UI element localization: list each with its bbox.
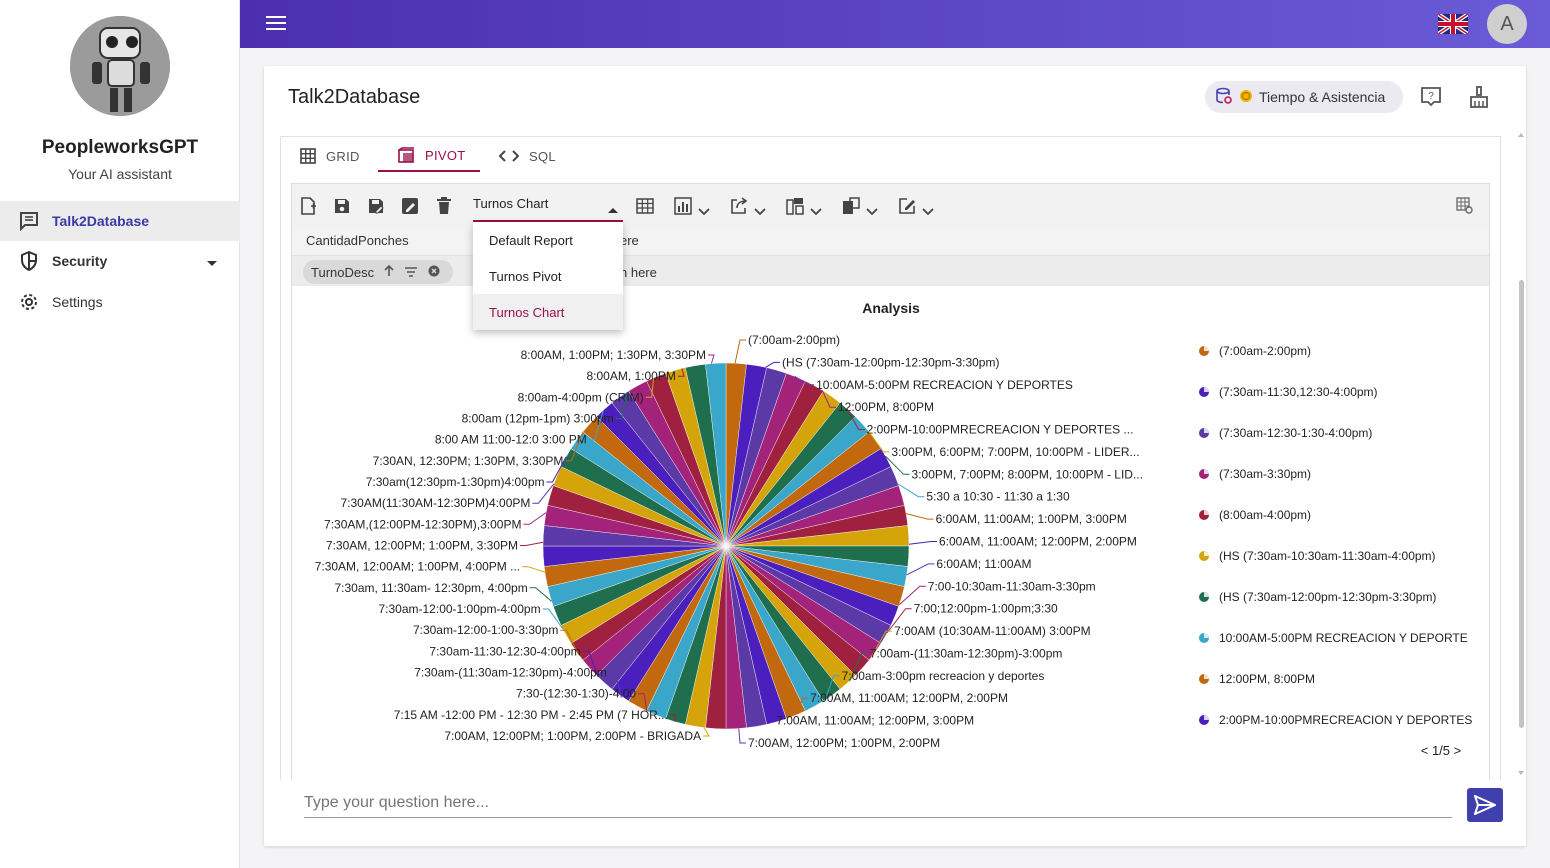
- chevron-down-icon[interactable]: [866, 203, 878, 221]
- sidebar-item-label: Talk2Database: [52, 213, 150, 229]
- database-icon: [1215, 87, 1233, 108]
- pivot-icon: [398, 147, 415, 163]
- database-name: Tiempo & Asistencia: [1259, 89, 1386, 105]
- menu-icon[interactable]: [266, 14, 288, 32]
- chat-icon: [18, 210, 40, 232]
- row-field-chip[interactable]: TurnoDesc: [303, 260, 453, 284]
- sidebar-item-label: Security: [52, 253, 108, 269]
- gear-icon: [18, 291, 40, 313]
- table-view-icon[interactable]: [635, 196, 655, 216]
- new-report-icon[interactable]: [298, 196, 318, 216]
- brand-title: PeopleworksGPT: [41, 137, 199, 158]
- values-drop-area[interactable]: [291, 226, 1490, 256]
- report-select[interactable]: Turnos Chart: [473, 192, 623, 222]
- filter-icon[interactable]: [404, 265, 418, 280]
- format-icon[interactable]: [841, 196, 861, 216]
- rows-drop-area[interactable]: [291, 256, 1490, 286]
- sort-up-icon[interactable]: [384, 264, 394, 280]
- sidebar: PeopleworksGPT Your AI assistant Talk2Da…: [0, 0, 240, 868]
- chart-area: [291, 286, 1490, 780]
- report-option[interactable]: Default Report: [473, 222, 623, 258]
- send-icon: [1474, 795, 1496, 815]
- sidebar-item-security[interactable]: Security: [0, 241, 240, 281]
- broom-icon[interactable]: [1467, 85, 1491, 114]
- user-avatar[interactable]: A: [1487, 4, 1527, 44]
- robot-logo: [70, 16, 170, 116]
- tab-grid[interactable]: GRID: [300, 140, 360, 172]
- tab-label: SQL: [529, 148, 556, 164]
- brand-subtitle: Your AI assistant: [68, 166, 172, 182]
- report-select-value: Turnos Chart: [473, 196, 549, 211]
- values-field[interactable]: CantidadPonches: [306, 233, 409, 248]
- uk-flag-icon[interactable]: [1436, 12, 1470, 36]
- scrollbar-thumb[interactable]: [1519, 280, 1524, 728]
- report-dropdown: Default Report Turnos Pivot Turnos Chart: [473, 222, 623, 330]
- send-button[interactable]: [1467, 788, 1503, 822]
- sidebar-item-label: Settings: [52, 294, 103, 310]
- save-icon[interactable]: [332, 196, 352, 216]
- chevron-down-icon[interactable]: [810, 203, 822, 221]
- database-chip[interactable]: Tiempo & Asistencia: [1205, 81, 1403, 113]
- question-input[interactable]: [304, 788, 1452, 818]
- report-option[interactable]: Turnos Pivot: [473, 258, 623, 294]
- code-icon: [499, 149, 519, 163]
- top-app-bar: [240, 0, 1550, 48]
- sidebar-item-settings[interactable]: Settings: [0, 282, 240, 322]
- drop-hint: n here: [620, 265, 657, 280]
- grid-icon: [300, 148, 316, 164]
- tab-label: PIVOT: [425, 147, 466, 163]
- chevron-down-icon[interactable]: [754, 203, 766, 221]
- tab-pivot[interactable]: PIVOT: [378, 140, 480, 172]
- row-field-label: TurnoDesc: [311, 264, 375, 280]
- chat-bar: [280, 780, 1510, 830]
- tab-label: GRID: [326, 148, 360, 164]
- remove-icon[interactable]: [428, 265, 440, 280]
- chevron-up-icon: [607, 202, 619, 217]
- chart-view-icon[interactable]: [673, 196, 693, 216]
- clock-icon: [1239, 89, 1253, 106]
- shield-icon: [18, 250, 40, 272]
- report-option-selected[interactable]: Turnos Chart: [473, 294, 623, 330]
- edit-icon[interactable]: [897, 196, 917, 216]
- page-title: Talk2Database: [288, 86, 421, 108]
- chevron-down-icon[interactable]: [206, 255, 218, 271]
- sidebar-item-talk2database[interactable]: Talk2Database: [0, 201, 240, 241]
- chevron-down-icon[interactable]: [698, 203, 710, 221]
- tab-sql[interactable]: SQL: [499, 140, 556, 172]
- help-icon[interactable]: ?: [1419, 85, 1443, 114]
- save-as-icon[interactable]: [366, 196, 386, 216]
- rename-icon[interactable]: [400, 196, 420, 216]
- layout-icon[interactable]: [785, 196, 805, 216]
- pivot-toolbar: [291, 183, 1490, 227]
- delete-icon[interactable]: [434, 196, 454, 216]
- export-icon[interactable]: [729, 196, 749, 216]
- chevron-down-icon[interactable]: [922, 203, 934, 221]
- svg-text:?: ?: [1428, 91, 1434, 102]
- fields-settings-icon[interactable]: [1455, 196, 1475, 216]
